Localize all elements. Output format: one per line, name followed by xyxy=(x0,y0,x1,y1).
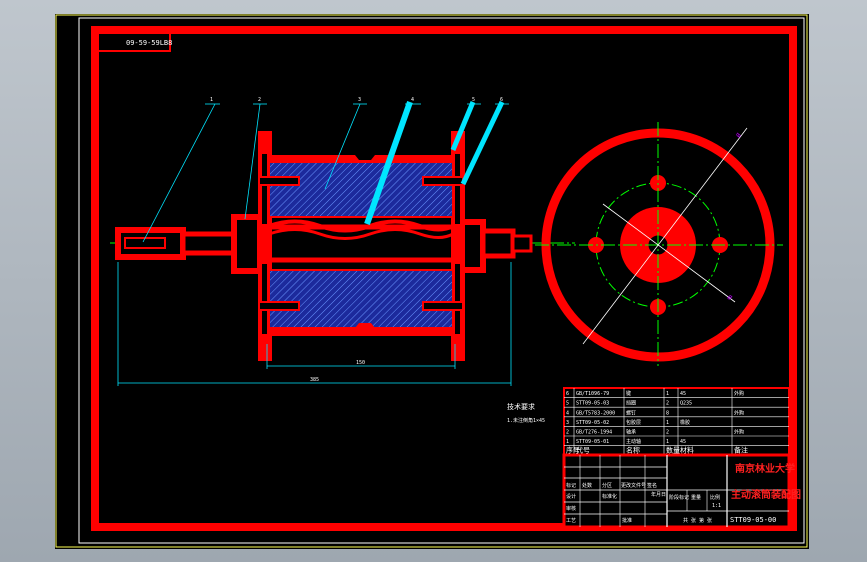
parts-cell-no: 5 xyxy=(566,401,569,407)
parts-cell-code: STT09-05-02 xyxy=(576,420,609,426)
parts-cell-name: 主动轴 xyxy=(626,438,641,445)
parts-cell-note: 外购 xyxy=(734,409,744,416)
shaft-left-end xyxy=(115,227,186,260)
dim-inner-length: 150 xyxy=(356,360,365,366)
side-view: Ø Ø xyxy=(535,122,783,366)
balloon-3: 3 xyxy=(358,97,361,103)
leader-1 xyxy=(142,103,216,243)
parts-cell-name: 键 xyxy=(626,390,631,397)
tech-req-heading: 技术要求 xyxy=(507,402,535,411)
parts-cell-qty: 1 xyxy=(666,439,669,445)
stage-label: 阶段标记 xyxy=(669,494,689,501)
parts-cell-material: Q235 xyxy=(680,401,692,407)
role-design: 设计 xyxy=(566,493,576,500)
leader-2 xyxy=(244,103,261,220)
parts-list: 6 GB/T1096-79 键 1 45 外购 5 STT09-05-03 挡圈 2 Q235 4 GB… xyxy=(563,387,790,456)
rubber-layer-lower xyxy=(268,269,454,329)
parts-cell-name: 包胶层 xyxy=(626,419,641,426)
std-label: 标准化 xyxy=(602,493,617,500)
parts-cell-code: STT09-05-03 xyxy=(576,401,609,407)
parts-cell-code: GB/T1096-79 xyxy=(576,391,609,397)
shaft-right-tip xyxy=(511,234,533,253)
end-plate-left-gap xyxy=(262,154,267,224)
parts-cell-name: 螺钉 xyxy=(626,409,636,416)
parts-header-note: 备注 xyxy=(734,446,748,455)
diameter-label: Ø xyxy=(735,132,743,139)
parts-cell-no: 4 xyxy=(566,410,569,416)
drum-shell-upper xyxy=(267,155,455,162)
parts-cell-qty: 2 xyxy=(666,401,669,407)
shaft-body xyxy=(257,224,468,263)
parts-cell-qty: 1 xyxy=(666,420,669,426)
title-block: 南京林业大学 主动滚筒装配图 STT09-05-00 阶段标记 重量 比例 1:… xyxy=(562,453,801,529)
weight-label: 重量 xyxy=(691,494,701,501)
scale-value: 1:1 xyxy=(712,503,721,509)
balloon-5: 5 xyxy=(472,97,475,103)
balloon-2: 2 xyxy=(258,97,261,103)
dim-overall-length: 385 xyxy=(310,377,319,383)
balloon-6: 6 xyxy=(500,97,503,103)
school-name: 南京林业大学 xyxy=(735,462,795,475)
parts-cell-qty: 1 xyxy=(666,391,669,397)
parts-header-name: 名称 xyxy=(626,446,640,455)
parts-cell-note: 外购 xyxy=(734,429,744,436)
row-zone: 分区 xyxy=(602,482,612,489)
parts-cell-no: 2 xyxy=(566,430,569,436)
sheet-label: 共 张 第 张 xyxy=(683,517,712,524)
drawing-title: 主动滚筒装配图 xyxy=(731,488,801,501)
parts-header-code: 代号 xyxy=(576,446,590,455)
bolt-dim-label: Ø xyxy=(726,294,733,302)
scale-label: 比例 xyxy=(710,494,720,501)
balloon-4: 4 xyxy=(411,97,414,103)
bolt-ur xyxy=(422,176,464,186)
parts-cell-code: GB/T5783-2000 xyxy=(576,410,615,416)
bolt-ul xyxy=(258,176,300,186)
shaft-right-end xyxy=(480,228,516,259)
rubber-layer-upper xyxy=(268,161,454,218)
parts-cell-code: STT09-05-01 xyxy=(576,439,609,445)
tech-req-line1: 1.未注倒角1×45 xyxy=(507,417,545,424)
parts-cell-material: 45 xyxy=(680,391,686,397)
role-approve: 批准 xyxy=(622,517,632,524)
end-plate-right-gap2 xyxy=(455,264,460,334)
drawing-code: STT09-05-00 xyxy=(730,516,776,524)
row-change: 更改文件号 xyxy=(621,482,646,489)
parts-cell-qty: 2 xyxy=(666,430,669,436)
parts-cell-material: 橡胶 xyxy=(680,419,690,426)
parts-cell-name: 轴承 xyxy=(626,429,636,436)
role-process: 工艺 xyxy=(566,518,576,524)
parts-cell-no: 6 xyxy=(566,391,569,397)
role-check: 审核 xyxy=(566,505,576,512)
cad-viewport[interactable]: 09-59-59LB8 1 2 3 4 5 6 150 385 Ø Ø 技术要求… xyxy=(55,14,809,549)
shaft-step xyxy=(180,231,238,256)
parts-cell-no: 3 xyxy=(566,420,569,426)
parts-cell-note: 外购 xyxy=(734,390,744,397)
parts-cell-qty: 8 xyxy=(666,410,669,416)
parts-cell-name: 挡圈 xyxy=(626,400,636,407)
row-date: 年月日 xyxy=(651,491,666,498)
parts-cell-no: 1 xyxy=(566,439,569,445)
end-plate-right-gap xyxy=(455,154,460,224)
drawing-sheet: 09-59-59LB8 1 2 3 4 5 6 150 385 Ø Ø 技术要求… xyxy=(55,14,808,548)
section-view: 1 2 3 4 5 6 150 385 xyxy=(110,97,575,386)
bearing-left xyxy=(231,214,263,274)
parts-cell-material: 45 xyxy=(680,439,686,445)
row-count: 处数 xyxy=(582,482,592,489)
diameter-dim-line xyxy=(582,127,748,345)
balloon-1: 1 xyxy=(210,97,213,103)
row-mark: 标记 xyxy=(566,482,576,489)
bolt-lr xyxy=(422,301,464,311)
bolt-ll xyxy=(258,301,300,311)
drawing-number-tag: 09-59-59LB8 xyxy=(126,39,172,47)
parts-cell-code: GB/T276-1994 xyxy=(576,430,612,436)
end-plate-left-gap2 xyxy=(262,264,267,334)
row-sign: 签名 xyxy=(647,482,657,489)
parts-header-material: 材料 xyxy=(680,446,694,455)
